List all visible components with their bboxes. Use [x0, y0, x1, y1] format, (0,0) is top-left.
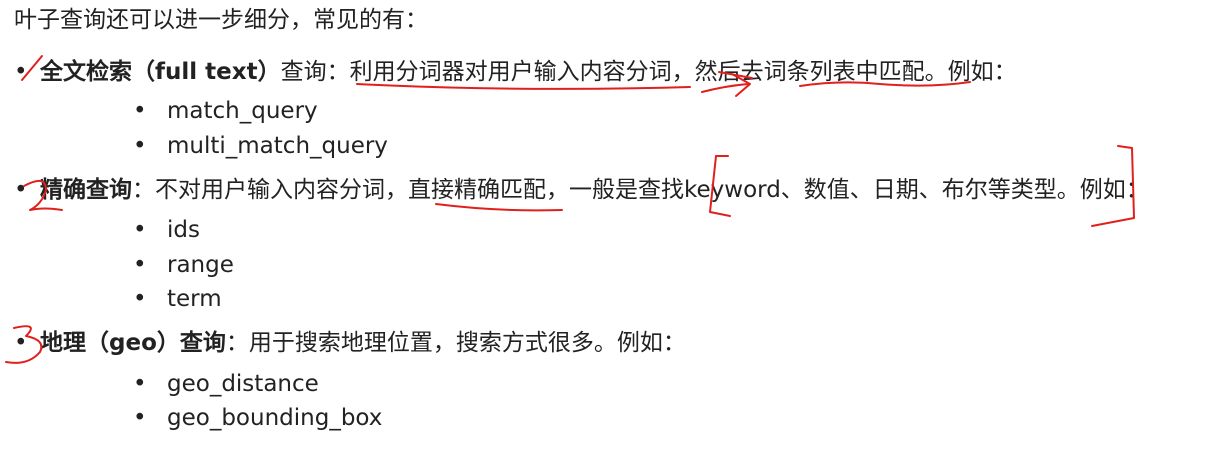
category-description: ：不对用户输入内容分词，直接精确匹配，一般是查找keyword、数值、日期、布尔…: [132, 177, 1149, 203]
category-full-text: • 全文检索（full text）查询：利用分词器对用户输入内容分词，然后去词条列…: [14, 57, 1017, 87]
category-description: ：用于搜索地理位置，搜索方式很多。例如：: [225, 330, 686, 356]
bullet-marker: •: [133, 217, 147, 243]
list-item: • range: [133, 250, 234, 280]
list-item: • ids: [133, 215, 200, 245]
list-item: • geo_distance: [133, 369, 319, 399]
example-label: geo_bounding_box: [167, 405, 383, 431]
category-description: 查询：利用分词器对用户输入内容分词，然后去词条列表中匹配。例如：: [280, 59, 1017, 85]
bullet-marker: •: [133, 252, 147, 278]
category-geo: • 地理（geo）查询：用于搜索地理位置，搜索方式很多。例如：: [14, 328, 686, 358]
category-title: 地理（geo）查询: [40, 330, 226, 356]
category-title: 精确查询: [40, 177, 132, 203]
bullet-marker: •: [133, 133, 147, 159]
bullet-marker: •: [14, 177, 28, 203]
list-item: • geo_bounding_box: [133, 403, 382, 433]
bullet-marker: •: [133, 286, 147, 312]
bullet-marker: •: [133, 98, 147, 124]
bullet-marker: •: [14, 59, 28, 85]
example-label: range: [167, 252, 234, 278]
list-item: • multi_match_query: [133, 131, 388, 161]
example-label: ids: [167, 217, 200, 243]
bullet-marker: •: [133, 371, 147, 397]
example-label: match_query: [167, 98, 318, 124]
bullet-marker: •: [14, 330, 28, 356]
category-title: 全文检索（full text）: [40, 59, 281, 85]
list-item: • match_query: [133, 96, 318, 126]
example-label: term: [167, 286, 222, 312]
example-label: multi_match_query: [167, 133, 388, 159]
example-label: geo_distance: [167, 371, 319, 397]
category-exact: • 精确查询：不对用户输入内容分词，直接精确匹配，一般是查找keyword、数值、…: [14, 175, 1149, 205]
bullet-marker: •: [133, 405, 147, 431]
list-item: • term: [133, 284, 222, 314]
intro-text: 叶子查询还可以进一步细分，常见的有：: [14, 7, 428, 33]
